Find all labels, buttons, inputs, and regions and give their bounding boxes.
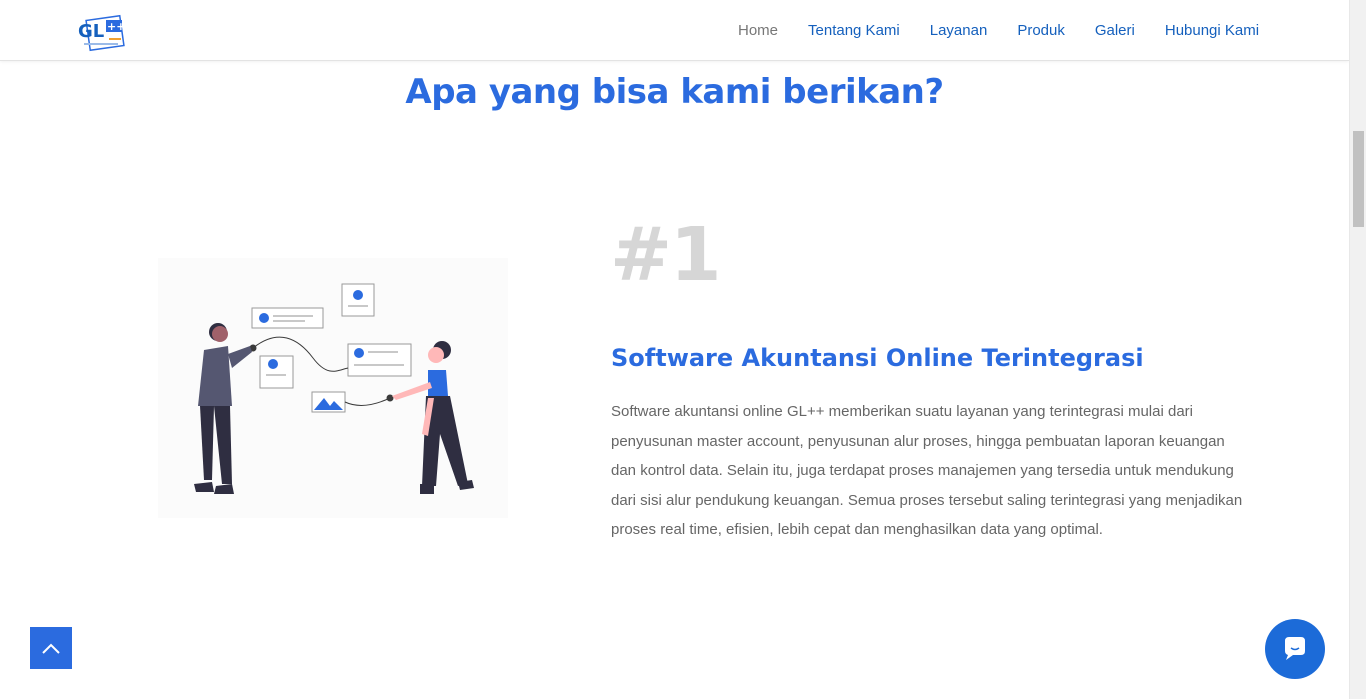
section-title: Apa yang bisa kami berikan? [405,72,944,112]
site-logo[interactable]: GL ++ [76,14,126,52]
nav-produk[interactable]: Produk [1017,22,1065,39]
main-nav: Home Tentang Kami Layanan Produk Galeri … [738,22,1259,39]
chat-bubble-icon [1285,637,1305,660]
feature-number: #1 [610,212,721,298]
scrollbar-thumb[interactable] [1353,131,1364,227]
nav-galeri[interactable]: Galeri [1095,22,1135,39]
feature-title: Software Akuntansi Online Terintegrasi [611,344,1144,372]
feature-illustration [158,258,508,518]
chevron-up-icon [42,643,60,654]
nav-hubungi-kami[interactable]: Hubungi Kami [1165,22,1259,39]
nav-layanan[interactable]: Layanan [930,22,988,39]
svg-text:++: ++ [107,20,125,33]
site-header: GL ++ Home Tentang Kami Layanan Produk G… [0,0,1349,61]
feature-description: Software akuntansi online GL++ memberika… [611,403,1243,539]
svg-text:GL: GL [78,21,104,42]
nav-tentang-kami[interactable]: Tentang Kami [808,22,900,39]
nav-home[interactable]: Home [738,22,778,39]
chat-button[interactable] [1265,619,1325,679]
page-scrollbar[interactable] [1349,0,1366,699]
back-to-top-button[interactable] [30,627,72,669]
